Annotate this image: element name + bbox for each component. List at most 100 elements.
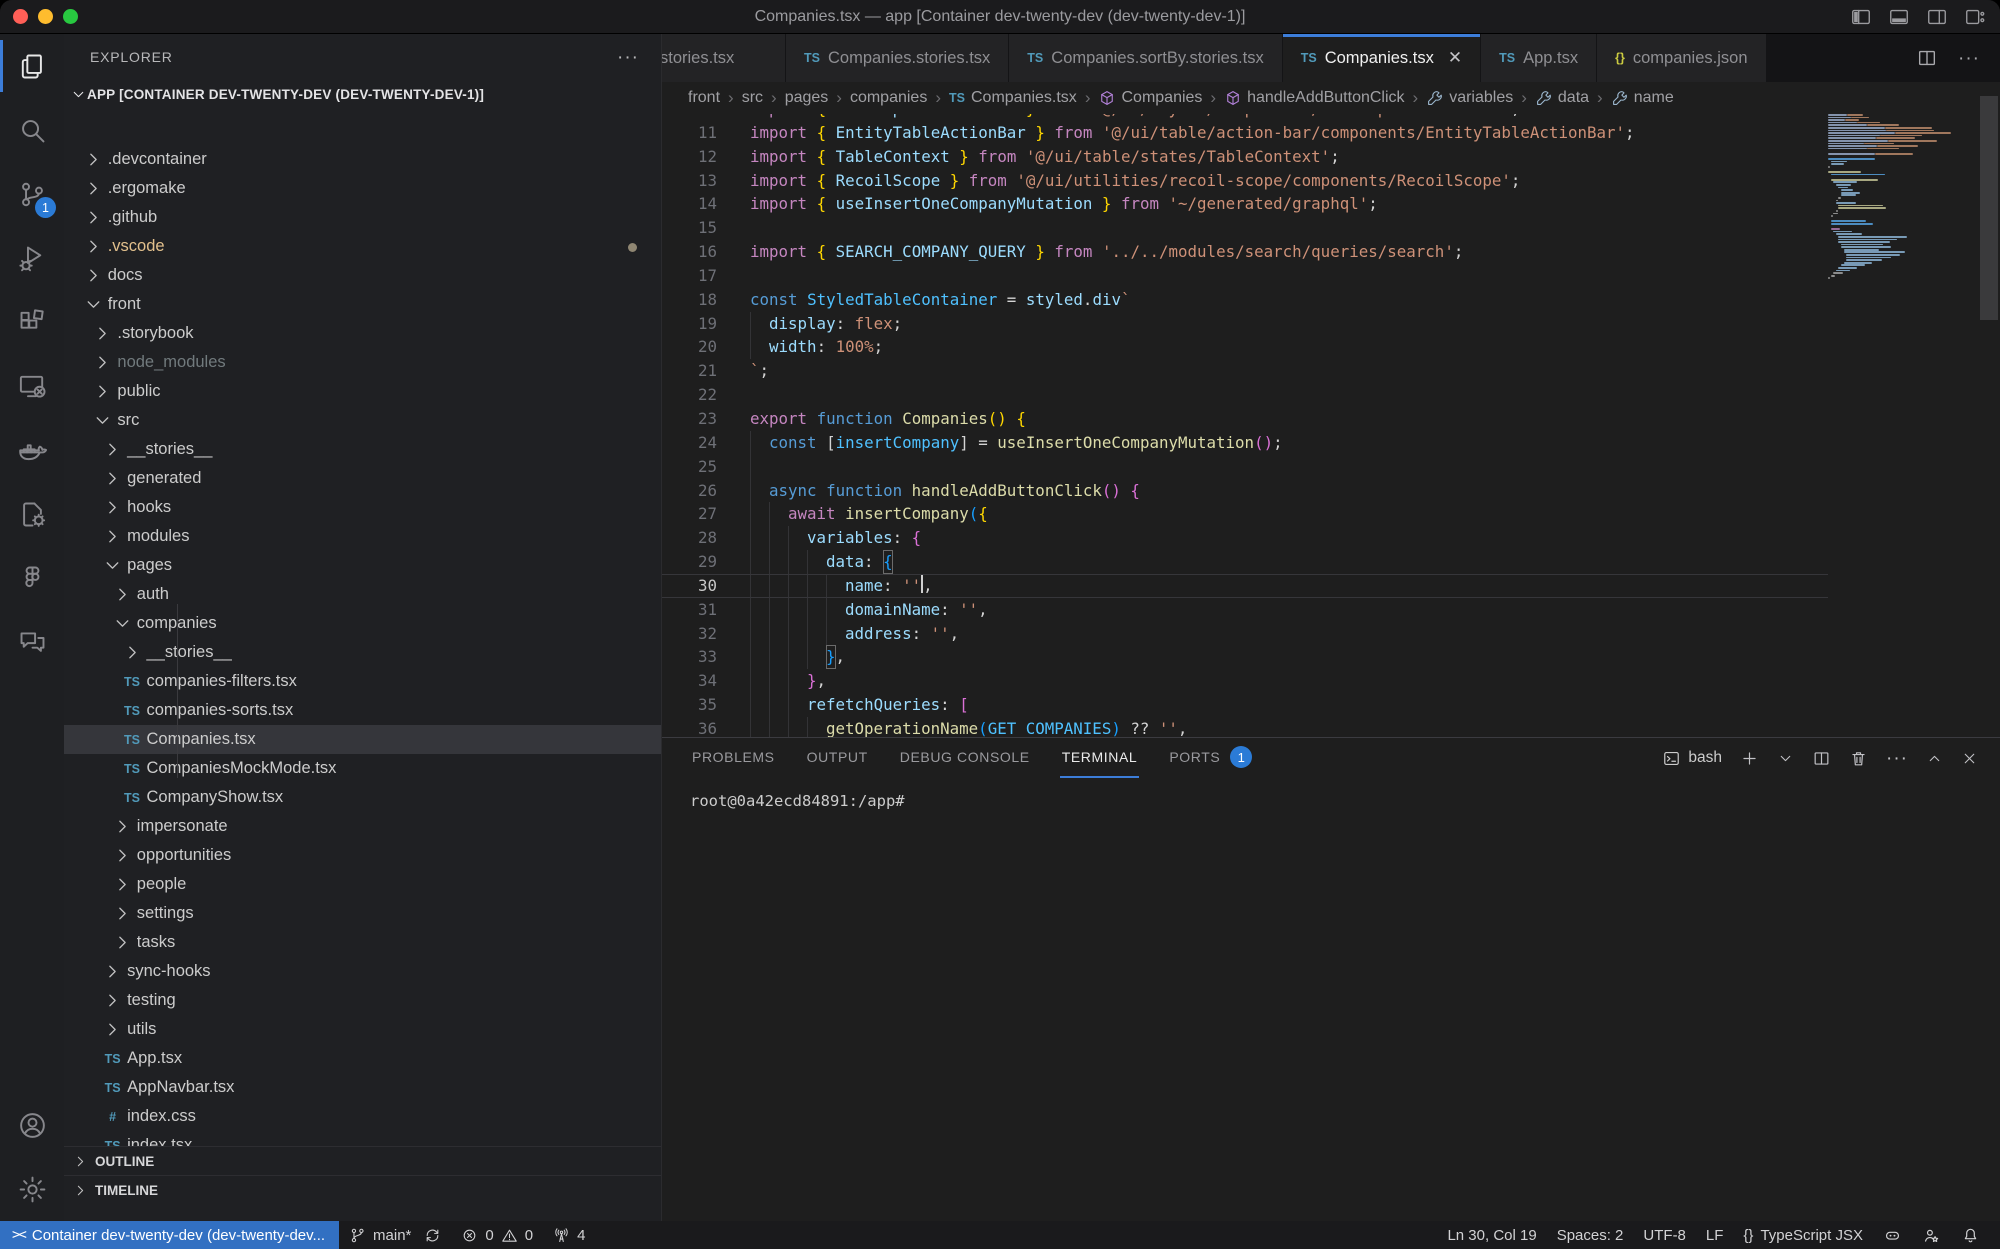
ports-status[interactable]: 4 <box>543 1221 595 1249</box>
activity-account[interactable] <box>0 1093 64 1157</box>
code-line-30[interactable]: 30name: '', <box>662 574 1828 598</box>
terminal[interactable]: root@0a42ecd84891:/app# <box>662 778 2000 810</box>
panel-tab-ports[interactable]: PORTS1 <box>1167 738 1254 778</box>
panel-tab-debug-console[interactable]: DEBUG CONSOLE <box>898 738 1032 778</box>
code-line-33[interactable]: 33}, <box>662 645 1828 669</box>
tree-file-CompanyShow.tsx[interactable]: TSCompanyShow.tsx <box>64 783 661 812</box>
code-line-10[interactable]: 10import { WithTopBarContainer } from '@… <box>662 114 1828 121</box>
minimap[interactable] <box>1828 114 1978 737</box>
code-line-25[interactable]: 25 <box>662 455 1828 479</box>
activity-docker[interactable] <box>0 418 64 482</box>
activity-search[interactable] <box>0 98 64 162</box>
tree-folder-.devcontainer[interactable]: .devcontainer <box>64 145 661 174</box>
code-line-12[interactable]: 12import { TableContext } from '@/ui/tab… <box>662 145 1828 169</box>
code-line-18[interactable]: 18const StyledTableContainer = styled.di… <box>662 288 1828 312</box>
language-mode[interactable]: {} TypeScript JSX <box>1733 1221 1873 1249</box>
editor-scrollbar[interactable] <box>1980 96 1998 320</box>
code-line-13[interactable]: 13import { RecoilScope } from '@/ui/util… <box>662 169 1828 193</box>
tab-Companies.stories.tsx[interactable]: TSCompanies.stories.tsx <box>786 34 1009 82</box>
branch-status[interactable]: main* <box>339 1221 451 1249</box>
code-line-17[interactable]: 17 <box>662 264 1828 288</box>
breadcrumb-src[interactable]: src <box>742 89 763 107</box>
panel-more-actions-icon[interactable]: ··· <box>1886 749 1908 768</box>
tree-folder-companies[interactable]: companies <box>64 609 661 638</box>
layout-sidebar-left-icon[interactable] <box>1850 6 1872 28</box>
tree-folder-__stories__[interactable]: __stories__ <box>64 638 661 667</box>
tree-file-AppNavbar.tsx[interactable]: TSAppNavbar.tsx <box>64 1073 661 1102</box>
panel-tab-problems[interactable]: PROBLEMS <box>690 738 777 778</box>
tree-folder-sync-hooks[interactable]: sync-hooks <box>64 957 661 986</box>
copilot-status[interactable] <box>1873 1221 1912 1249</box>
code-editor[interactable]: 10import { WithTopBarContainer } from '@… <box>662 114 1828 737</box>
zoom-window-button[interactable] <box>63 9 78 24</box>
layout-panel-icon[interactable] <box>1888 6 1910 28</box>
problems-status[interactable]: 0 0 <box>451 1221 543 1249</box>
tree-folder-modules[interactable]: modules <box>64 522 661 551</box>
tree-file-index.css[interactable]: #index.css <box>64 1102 661 1131</box>
code-line-32[interactable]: 32address: '', <box>662 622 1828 646</box>
notifications-bell[interactable] <box>1951 1221 1990 1249</box>
code-line-31[interactable]: 31domainName: '', <box>662 598 1828 622</box>
breadcrumb-variables[interactable]: variables <box>1426 89 1513 107</box>
split-editor-icon[interactable] <box>1916 47 1938 69</box>
code-line-19[interactable]: 19display: flex; <box>662 312 1828 336</box>
tree-folder-src[interactable]: src <box>64 406 661 435</box>
activity-files[interactable] <box>0 34 64 98</box>
code-line-28[interactable]: 28variables: { <box>662 526 1828 550</box>
tree-file-companies-filters.tsx[interactable]: TScompanies-filters.tsx <box>64 667 661 696</box>
close-tab-icon[interactable]: ✕ <box>1448 48 1462 68</box>
tree-folder-front[interactable]: front <box>64 290 661 319</box>
code-line-34[interactable]: 34}, <box>662 669 1828 693</box>
code-line-35[interactable]: 35refetchQueries: [ <box>662 693 1828 717</box>
activity-container-file[interactable] <box>0 482 64 546</box>
layout-sidebar-right-icon[interactable] <box>1926 6 1948 28</box>
outline-section[interactable]: OUTLINE <box>64 1146 661 1175</box>
tree-folder-generated[interactable]: generated <box>64 464 661 493</box>
breadcrumb-name[interactable]: name <box>1611 89 1674 107</box>
terminal-dropdown-icon[interactable] <box>1777 750 1794 767</box>
code-line-23[interactable]: 23export function Companies() { <box>662 407 1828 431</box>
tree-file-companies-sorts.tsx[interactable]: TScompanies-sorts.tsx <box>64 696 661 725</box>
code-line-11[interactable]: 11import { EntityTableActionBar } from '… <box>662 121 1828 145</box>
tree-folder-public[interactable]: public <box>64 377 661 406</box>
workspace-section-header[interactable]: APP [CONTAINER DEV-TWENTY-DEV (DEV-TWENT… <box>64 80 661 109</box>
tree-folder-.github[interactable]: .github <box>64 203 661 232</box>
activity-extensions[interactable] <box>0 290 64 354</box>
code-line-14[interactable]: 14import { useInsertOneCompanyMutation }… <box>662 192 1828 216</box>
tab-App.tsx[interactable]: TSApp.tsx <box>1481 34 1597 82</box>
timeline-section[interactable]: TIMELINE <box>64 1175 661 1204</box>
breadcrumb-data[interactable]: data <box>1535 89 1589 107</box>
close-panel-icon[interactable] <box>1961 750 1978 767</box>
panel-tab-output[interactable]: OUTPUT <box>805 738 870 778</box>
tree-folder-docs[interactable]: docs <box>64 261 661 290</box>
breadcrumb-Companies.tsx[interactable]: TSCompanies.tsx <box>949 89 1077 107</box>
code-line-26[interactable]: 26async function handleAddButtonClick() … <box>662 479 1828 503</box>
tree-file-CompaniesMockMode.tsx[interactable]: TSCompaniesMockMode.tsx <box>64 754 661 783</box>
activity-debug[interactable] <box>0 226 64 290</box>
layout-customize-icon[interactable] <box>1964 6 1986 28</box>
feedback-button[interactable] <box>1912 1221 1951 1249</box>
tree-file-Companies.tsx[interactable]: TSCompanies.tsx <box>64 725 661 754</box>
tree-folder-pages[interactable]: pages <box>64 551 661 580</box>
tree-folder-testing[interactable]: testing <box>64 986 661 1015</box>
code-line-22[interactable]: 22 <box>662 383 1828 407</box>
tab-companies.json[interactable]: {}companies.json <box>1597 34 1766 82</box>
indentation-status[interactable]: Spaces: 2 <box>1547 1221 1634 1249</box>
tree-file-App.tsx[interactable]: TSApp.tsx <box>64 1044 661 1073</box>
minimize-window-button[interactable] <box>38 9 53 24</box>
code-line-16[interactable]: 16import { SEARCH_COMPANY_QUERY } from '… <box>662 240 1828 264</box>
tree-folder-__stories__[interactable]: __stories__ <box>64 435 661 464</box>
tab-stories.tsx[interactable]: stories.tsx <box>662 34 786 82</box>
encoding-status[interactable]: UTF-8 <box>1633 1221 1696 1249</box>
close-window-button[interactable] <box>13 9 28 24</box>
eol-status[interactable]: LF <box>1696 1221 1734 1249</box>
breadcrumb-front[interactable]: front <box>688 89 720 107</box>
explorer-more-actions-icon[interactable]: ··· <box>617 48 639 67</box>
tree-folder-.vscode[interactable]: .vscode <box>64 232 661 261</box>
code-line-29[interactable]: 29data: { <box>662 550 1828 574</box>
panel-tab-terminal[interactable]: TERMINAL <box>1060 738 1140 778</box>
editor-more-actions-icon[interactable]: ··· <box>1958 49 1980 68</box>
tree-folder-settings[interactable]: settings <box>64 899 661 928</box>
activity-figma[interactable] <box>0 546 64 610</box>
activity-remote-explorer[interactable] <box>0 354 64 418</box>
